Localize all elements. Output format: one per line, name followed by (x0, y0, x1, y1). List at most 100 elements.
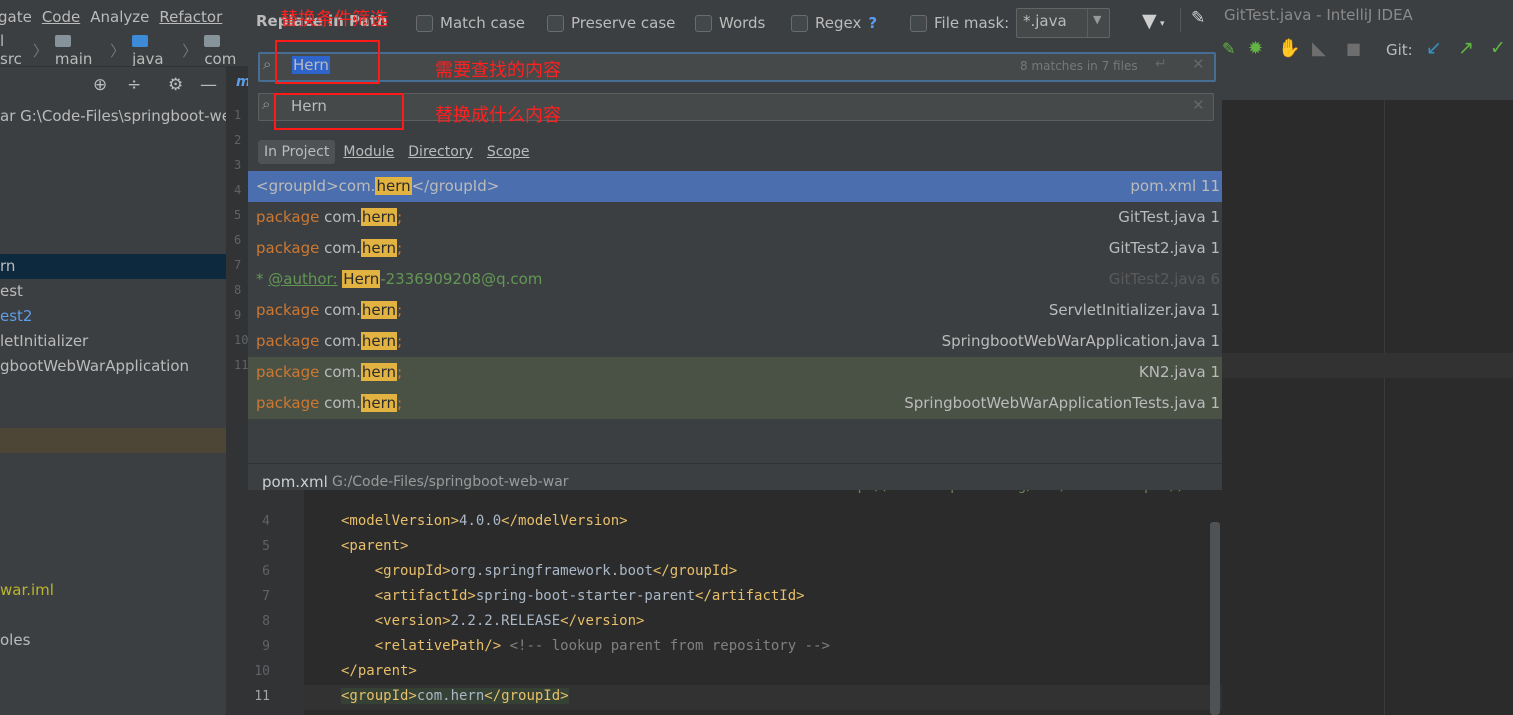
tab-module[interactable]: Module (337, 140, 400, 164)
preview-line: <groupId>com.hern</groupId> (341, 684, 569, 709)
gear-icon[interactable]: ⚙ (168, 75, 183, 95)
target-icon[interactable]: ⊕ (93, 75, 107, 95)
tree-item-iml[interactable]: war.iml (0, 578, 226, 603)
result-prefix: com. (319, 332, 361, 350)
coverage-icon[interactable]: ✋ (1278, 38, 1300, 59)
result-row[interactable]: * @author: Hern-2336909208@q.com GitTest… (248, 264, 1222, 295)
clear-search-icon[interactable]: ✕ (1192, 55, 1205, 73)
search-icon[interactable]: ⌕ (263, 55, 271, 73)
result-text: package com.hern; (256, 295, 402, 326)
result-row[interactable]: package com.hern; GitTest2.java 1 (248, 233, 1222, 264)
profile-icon[interactable]: ◣ (1312, 38, 1326, 59)
menu-navigate[interactable]: gate (0, 8, 32, 26)
result-file: GitTest2.java 6 (1109, 264, 1220, 295)
regex-option[interactable]: Regex? (791, 11, 877, 35)
caret-row (1222, 353, 1513, 378)
breadcrumb-java[interactable]: java (132, 32, 175, 68)
main-toolbar: ✎ ✹ ✋ ◣ ■ Git: ↙ ↗ ✓ (1222, 34, 1513, 66)
tree-item-label: rn (0, 257, 16, 275)
preview-scrollbar[interactable] (1210, 522, 1220, 715)
minimize-icon[interactable]: — (200, 75, 217, 95)
code-text: com.hern (416, 688, 485, 704)
match-case-checkbox[interactable] (416, 14, 433, 32)
preview-line: </parent> (341, 659, 417, 684)
preserve-case-checkbox[interactable] (547, 14, 564, 32)
breadcrumb-com[interactable]: com (204, 32, 248, 68)
menu-refactor[interactable]: Refactor (159, 8, 222, 26)
result-suffix: ; (397, 208, 403, 226)
search-icon[interactable]: ⌕ (262, 95, 270, 113)
words-option[interactable]: Words (695, 11, 765, 35)
result-match: hern (360, 208, 398, 226)
preserve-case-option[interactable]: Preserve case (547, 11, 675, 35)
pin-icon[interactable]: ✎ (1191, 8, 1205, 28)
result-keyword: package (256, 301, 320, 319)
code-tag: <parent> (341, 538, 409, 554)
result-row[interactable]: package com.hern; KN2.java 1 (248, 357, 1222, 388)
file-mask-select[interactable]: *.java ▼ (1016, 8, 1110, 38)
tree-item-servletinitializer[interactable]: letInitializer (0, 329, 226, 354)
tree-item-libraries[interactable]: oles (0, 628, 226, 653)
git-commit-icon[interactable]: ✓ (1490, 37, 1506, 59)
search-field[interactable]: ⌕ Hern 8 matches in 7 files ↵ ✕ (258, 52, 1216, 82)
result-row[interactable]: package com.hern; ServletInitializer.jav… (248, 295, 1222, 326)
gutter-number: 8 (234, 283, 242, 297)
bug-icon[interactable]: ✹ (1248, 38, 1263, 59)
result-suffix: ; (397, 332, 403, 350)
result-file: GitTest2.java 1 (1108, 239, 1220, 257)
result-doc-tag: @author: (268, 270, 338, 288)
tab-scope[interactable]: Scope (481, 140, 536, 164)
preview-line-number: 11 (254, 689, 270, 704)
breadcrumb-main[interactable]: main (54, 32, 103, 68)
folder-icon (132, 35, 149, 47)
result-file: SpringbootWebWarApplication.java 1 (941, 332, 1220, 350)
tree-item-hern[interactable]: rn (0, 254, 226, 279)
result-row[interactable]: package com.hern; GitTest.java 1 (248, 202, 1222, 233)
code-tag: <groupId> (341, 563, 451, 579)
preview-file-name: pom.xml (262, 473, 328, 491)
clear-replace-icon[interactable]: ✕ (1192, 96, 1205, 114)
result-match: hern (375, 177, 412, 195)
regex-help-link[interactable]: ? (868, 14, 877, 32)
code-text: spring-boot-starter-parent (475, 588, 696, 604)
stop-icon[interactable]: ■ (1346, 39, 1361, 58)
result-prefix: com. (319, 208, 361, 226)
menu-code[interactable]: Code (42, 8, 80, 26)
debug-icon[interactable]: ✎ (1222, 39, 1235, 58)
tab-in-project[interactable]: In Project (258, 140, 336, 164)
gutter-number: 7 (234, 258, 242, 272)
chevron-down-icon[interactable]: ▼ (1093, 13, 1101, 26)
filter-icon[interactable]: ▼ (1142, 10, 1157, 32)
git-push-icon[interactable]: ↗ (1458, 37, 1474, 59)
window-title-bar: GitTest.java - IntelliJ IDEA (1222, 0, 1513, 34)
git-update-icon[interactable]: ↙ (1426, 37, 1442, 59)
tree-item-application[interactable]: gbootWebWarApplication (0, 354, 226, 379)
breadcrumb-src[interactable]: l src (0, 32, 26, 68)
collapse-icon[interactable]: ÷ (127, 75, 141, 95)
tree-item-highlighted[interactable] (0, 428, 226, 453)
tree-item-label: est (0, 282, 23, 300)
result-row[interactable]: <groupId>com.hern</groupId> pom.xml 11 (248, 171, 1222, 202)
result-comment-prefix: * (256, 270, 269, 288)
result-row[interactable]: package com.hern; SpringbootWebWarApplic… (248, 388, 1222, 419)
code-text-value: com.hern (416, 688, 485, 704)
toolbar-divider (1180, 8, 1181, 32)
file-mask-checkbox[interactable] (910, 14, 927, 32)
result-row[interactable]: package com.hern; SpringbootWebWarApplic… (248, 326, 1222, 357)
tab-directory[interactable]: Directory (402, 140, 479, 164)
package-icon (204, 35, 221, 47)
regex-checkbox[interactable] (791, 14, 808, 32)
code-tag: </parent> (341, 663, 417, 679)
filter-dropdown-icon[interactable]: ▾ (1160, 19, 1165, 29)
annotation-replace: 替换成什么内容 (435, 105, 561, 126)
words-checkbox[interactable] (695, 14, 712, 32)
new-line-icon[interactable]: ↵ (1155, 56, 1167, 72)
match-case-option[interactable]: Match case (416, 11, 525, 35)
tree-item-gittest[interactable]: est (0, 279, 226, 304)
tree-root[interactable]: ar G:\Code-Files\springboot-we (0, 104, 226, 129)
file-mask-option[interactable]: File mask: (910, 11, 1009, 35)
gutter-number: 10 (234, 333, 249, 347)
gutter-number: 6 (234, 233, 242, 247)
tree-item-gittest2[interactable]: est2 (0, 304, 226, 329)
menu-analyze[interactable]: Analyze (90, 8, 149, 26)
